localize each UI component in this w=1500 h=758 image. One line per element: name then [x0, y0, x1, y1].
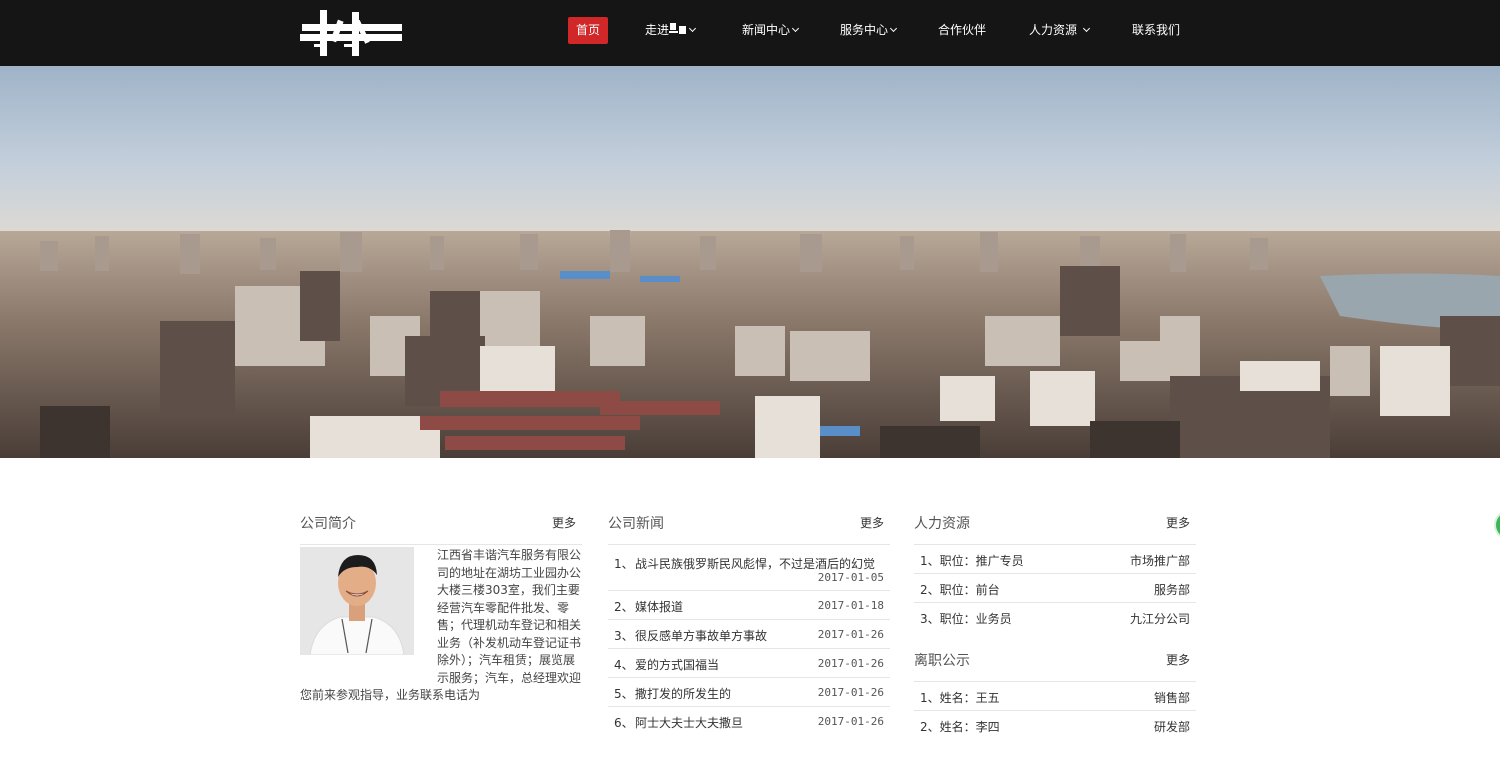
news-title: 公司新闻 [608, 516, 664, 532]
nav-about-label: 走进 [645, 23, 670, 37]
resign-title: 离职公示 [914, 653, 970, 669]
nav-hr-label: 人力资源 [1029, 23, 1078, 37]
nav-news-label: 新闻中心 [742, 23, 791, 37]
news-num: 4、 [614, 658, 634, 672]
job-title[interactable]: 2、职位：前台 [920, 581, 1000, 598]
news-title-link[interactable]: 爱的方式国福当 [635, 656, 719, 673]
job-dept: 市场推广部 [1129, 554, 1190, 568]
nav-news[interactable]: 新闻中心 [742, 17, 800, 44]
news-row[interactable]: 6、 阿士大夫士大夫撒旦 2017-01-26 [608, 707, 890, 736]
resign-dept: 研发部 [1153, 720, 1190, 734]
news-num: 1、 [614, 557, 634, 571]
nav-contact[interactable]: 联系我们 [1132, 17, 1180, 44]
job-title[interactable]: 3、职位：业务员 [920, 610, 1012, 627]
person-photo-icon [300, 547, 414, 655]
chevron-down-icon [791, 24, 800, 33]
chevron-down-icon [1082, 24, 1090, 33]
news-title-link[interactable]: 媒体报道 [635, 598, 683, 615]
resign-name[interactable]: 2、姓名：李四 [920, 718, 1000, 735]
brand-mark-icon [669, 23, 687, 34]
news-num: 6、 [614, 716, 634, 730]
resign-name[interactable]: 1、姓名：王五 [920, 689, 1000, 706]
resign-dept: 销售部 [1153, 691, 1190, 705]
resign-header: 离职公示 更多 [914, 642, 1196, 682]
resign-row[interactable]: 1、姓名：王五 销售部 [914, 682, 1196, 711]
about-header: 公司简介 更多 [300, 505, 582, 545]
job-dept: 九江分公司 [1129, 612, 1190, 626]
resign-more-link[interactable]: 更多 [1166, 651, 1190, 668]
news-num: 5、 [614, 687, 634, 701]
job-row[interactable]: 3、职位：业务员 九江分公司 [914, 603, 1196, 632]
about-photo [300, 547, 414, 655]
news-title-link[interactable]: 阿士大夫士大夫撒旦 [635, 714, 743, 731]
cityscape-image [0, 66, 1500, 458]
news-row[interactable]: 4、 爱的方式国福当 2017-01-26 [608, 649, 890, 678]
company-logo[interactable] [300, 8, 404, 58]
nav-partners[interactable]: 合作伙伴 [938, 17, 986, 44]
top-header: 首页 走进 新闻中心 服务中心 合作伙伴 人力资源 联系我们 [0, 0, 1500, 66]
job-row[interactable]: 1、职位：推广专员 市场推广部 [914, 545, 1196, 574]
about-title: 公司简介 [300, 516, 356, 532]
nav-hr[interactable]: 人力资源 [1029, 17, 1090, 44]
news-row[interactable]: 2、 媒体报道 2017-01-18 [608, 591, 890, 620]
news-section: 公司新闻 更多 1、 战斗民族俄罗斯民风彪悍，不过是酒后的幻觉 2017-01-… [608, 505, 890, 736]
news-header: 公司新闻 更多 [608, 505, 890, 545]
hr-section: 人力资源 更多 1、职位：推广专员 市场推广部 2、职位：前台 服务部 3、职位… [914, 505, 1196, 740]
hr-more-link[interactable]: 更多 [1166, 514, 1190, 531]
nav-home-label: 首页 [576, 23, 601, 37]
news-num: 3、 [614, 629, 634, 643]
news-more-link[interactable]: 更多 [860, 514, 884, 531]
chevron-down-icon [688, 24, 697, 33]
nav-contact-label: 联系我们 [1132, 23, 1181, 37]
news-title-link[interactable]: 战斗民族俄罗斯民风彪悍，不过是酒后的幻觉 [635, 555, 875, 572]
hr-title: 人力资源 [914, 516, 970, 532]
nav-services-label: 服务中心 [840, 23, 889, 37]
job-dept: 服务部 [1153, 583, 1190, 597]
hr-header: 人力资源 更多 [914, 505, 1196, 545]
nav-about[interactable]: 走进 [645, 17, 697, 44]
nav-partners-label: 合作伙伴 [938, 23, 987, 37]
chevron-down-icon [889, 24, 898, 33]
news-row[interactable]: 1、 战斗民族俄罗斯民风彪悍，不过是酒后的幻觉 2017-01-05 [608, 545, 890, 591]
about-section: 公司简介 更多 江西省丰谐汽车服务有限公司的地址在湖坊工业园办公大楼三楼303室… [300, 505, 582, 702]
nav-services[interactable]: 服务中心 [840, 17, 898, 44]
news-date: 2017-01-26 [817, 686, 884, 699]
news-title-link[interactable]: 很反感单方事故单方事故 [635, 627, 767, 644]
news-date: 2017-01-26 [817, 657, 884, 670]
about-more-link[interactable]: 更多 [552, 514, 576, 531]
news-date: 2017-01-26 [817, 715, 884, 728]
nav-home[interactable]: 首页 [568, 17, 609, 44]
job-title[interactable]: 1、职位：推广专员 [920, 552, 1024, 569]
news-date: 2017-01-18 [817, 599, 884, 612]
resign-row[interactable]: 2、姓名：李四 研发部 [914, 711, 1196, 740]
news-row[interactable]: 5、 撒打发的所发生的 2017-01-26 [608, 678, 890, 707]
news-num: 2、 [614, 600, 634, 614]
hero-banner [0, 66, 1500, 458]
news-row[interactable]: 3、 很反感单方事故单方事故 2017-01-26 [608, 620, 890, 649]
news-title-link[interactable]: 撒打发的所发生的 [635, 685, 731, 702]
news-date: 2017-01-05 [817, 571, 884, 584]
online-service-badge[interactable] [1494, 510, 1500, 540]
news-date: 2017-01-26 [817, 628, 884, 641]
job-row[interactable]: 2、职位：前台 服务部 [914, 574, 1196, 603]
